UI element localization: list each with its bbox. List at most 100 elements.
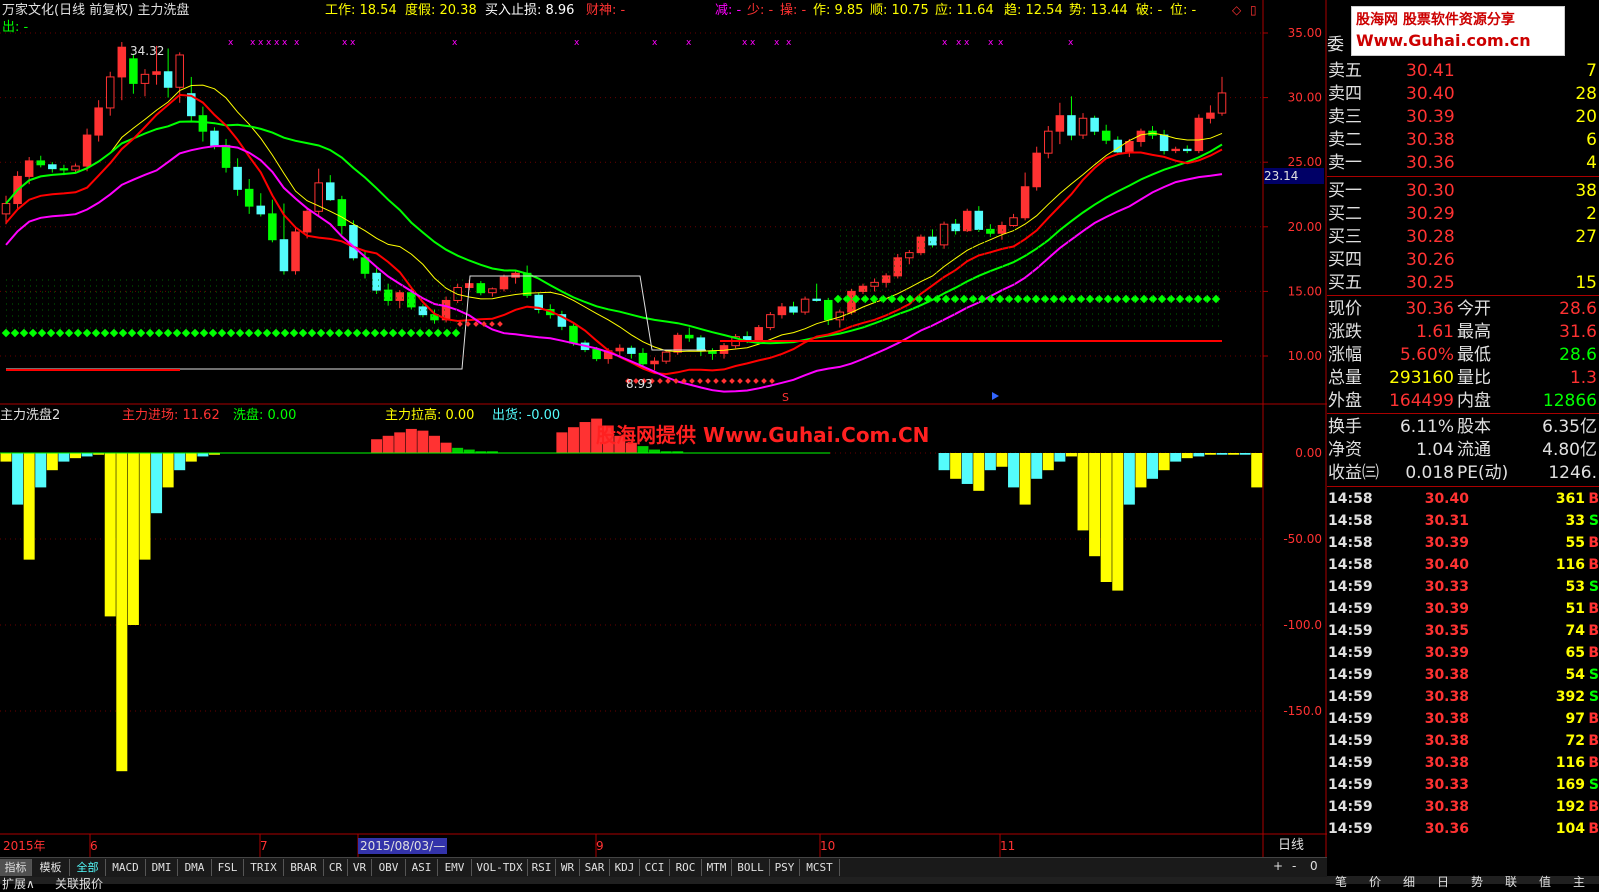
tab-rsi[interactable]: RSI [528, 859, 556, 876]
candlesticks [1, 42, 1227, 371]
bid-row: 买一 30.30 38 [1327, 179, 1599, 203]
zoom-in-button[interactable]: + [1273, 858, 1283, 874]
candle [557, 310, 567, 331]
window-icon[interactable]: ▯ [1250, 2, 1257, 18]
candle-body [129, 58, 138, 84]
tab-obv[interactable]: OBV [372, 859, 406, 876]
candle-body [638, 352, 648, 365]
chuhuo-value: 出货: -0.00 [492, 408, 561, 423]
tab-dma[interactable]: DMA [178, 859, 212, 876]
xipan-bar [69, 453, 81, 459]
tick-volume: 116 [1555, 755, 1585, 771]
time-label-6: 6 [90, 839, 98, 853]
candle-body [1009, 217, 1018, 227]
zoom-out-button[interactable]: - [1292, 858, 1296, 874]
jian-value: 减: - [715, 3, 742, 18]
tab-macd[interactable]: MACD [106, 859, 146, 876]
tab-mcst[interactable]: MCST [800, 859, 840, 876]
wei-label: 委 [1327, 35, 1344, 55]
tab-cci[interactable]: CCI [640, 859, 670, 876]
tab-cr[interactable]: CR [324, 859, 348, 876]
cross-marker: x [742, 38, 748, 48]
tab-all[interactable]: 全部 [70, 859, 106, 876]
candle-body [268, 213, 277, 241]
lagao-bar [556, 432, 568, 453]
tab-dmi[interactable]: DMI [146, 859, 178, 876]
quote-tab[interactable]: 主 [1573, 873, 1585, 890]
candle [268, 199, 277, 243]
tab-brar[interactable]: BRAR [284, 859, 324, 876]
green-signal-dot [442, 328, 452, 338]
tab-roc[interactable]: ROC [670, 859, 702, 876]
xipan-bar [12, 453, 24, 505]
ying-value: 应: 11.64 [935, 3, 994, 18]
tab-asi[interactable]: ASI [406, 859, 438, 876]
tab-sar[interactable]: SAR [580, 859, 610, 876]
candle-body [1125, 141, 1134, 153]
indicator-name[interactable]: 主力洗盘2 [0, 408, 60, 424]
candle [881, 273, 891, 288]
collapse-icon[interactable]: ◇ [1232, 2, 1241, 18]
tab-fsl[interactable]: FSL [212, 859, 244, 876]
candle [974, 206, 984, 232]
price-tick-label: 10.00 [1288, 349, 1322, 363]
xipan-bar [162, 453, 174, 488]
tab-vr[interactable]: VR [348, 859, 372, 876]
candle [1101, 124, 1111, 145]
xipan-bar [1065, 453, 1077, 457]
tab-psy[interactable]: PSY [770, 859, 800, 876]
bid-label: 买一 [1328, 181, 1362, 201]
quote-tab[interactable]: 值 [1539, 873, 1551, 890]
tick-direction: B [1588, 557, 1599, 573]
green-signal-dot [73, 328, 83, 338]
candle [661, 349, 671, 364]
zoom-reset-button[interactable]: 0 [1310, 858, 1318, 874]
candle-body [140, 73, 150, 84]
quote-tab[interactable]: 细 [1403, 873, 1415, 890]
xipan-bar [973, 453, 985, 491]
stat-value-2: 28.6 [1559, 299, 1597, 319]
candle [812, 283, 821, 302]
indicator-tick-label: -150.0 [1283, 704, 1322, 718]
cross-marker: x [964, 38, 970, 48]
ticks-divider [1327, 486, 1599, 487]
candle [140, 69, 150, 97]
candle [1032, 146, 1041, 191]
candle [685, 327, 694, 342]
stat2-label-2: 流通 [1457, 440, 1491, 460]
tab-indicator[interactable]: 指标 [0, 859, 32, 876]
tab-wr[interactable]: WR [556, 859, 580, 876]
ask-label: 卖三 [1328, 107, 1362, 127]
quote-tab[interactable]: 势 [1471, 873, 1483, 890]
tab-emv[interactable]: EMV [438, 859, 472, 876]
candle [1125, 138, 1134, 158]
ask-price: 30.40 [1406, 84, 1455, 104]
bidask-divider [1327, 176, 1599, 177]
tab-template[interactable]: 模板 [32, 859, 70, 876]
red-signal-dot [457, 321, 463, 327]
candle [418, 304, 428, 318]
tab-mtm[interactable]: MTM [702, 859, 732, 876]
stat-row: 现价 30.36 今开 28.6 [1327, 297, 1599, 321]
candle-body [777, 306, 787, 316]
quote-tab[interactable]: 联 [1505, 873, 1517, 890]
xipan-bar [984, 453, 996, 471]
tick-price: 30.36 [1424, 821, 1469, 837]
ask-row: 卖二 30.38 6 [1327, 128, 1599, 152]
tab-boll[interactable]: BOLL [732, 859, 770, 876]
candle-body [210, 130, 219, 146]
red-signal-dot [497, 321, 503, 327]
period-label[interactable]: 日线 [1278, 838, 1304, 854]
tab-vol-tdx[interactable]: VOL-TDX [472, 859, 528, 876]
tab-trix[interactable]: TRIX [244, 859, 284, 876]
xipan-bar [1204, 453, 1216, 455]
xipan-bar [127, 453, 139, 625]
quote-tab[interactable]: 笔 [1335, 873, 1347, 890]
candle [951, 219, 960, 235]
quote-tab[interactable]: 价 [1369, 873, 1381, 890]
candle [163, 48, 173, 98]
candle [766, 312, 775, 331]
tab-kdj[interactable]: KDJ [610, 859, 640, 876]
quote-tab[interactable]: 日 [1437, 873, 1449, 890]
ask-volume: 20 [1575, 107, 1597, 127]
